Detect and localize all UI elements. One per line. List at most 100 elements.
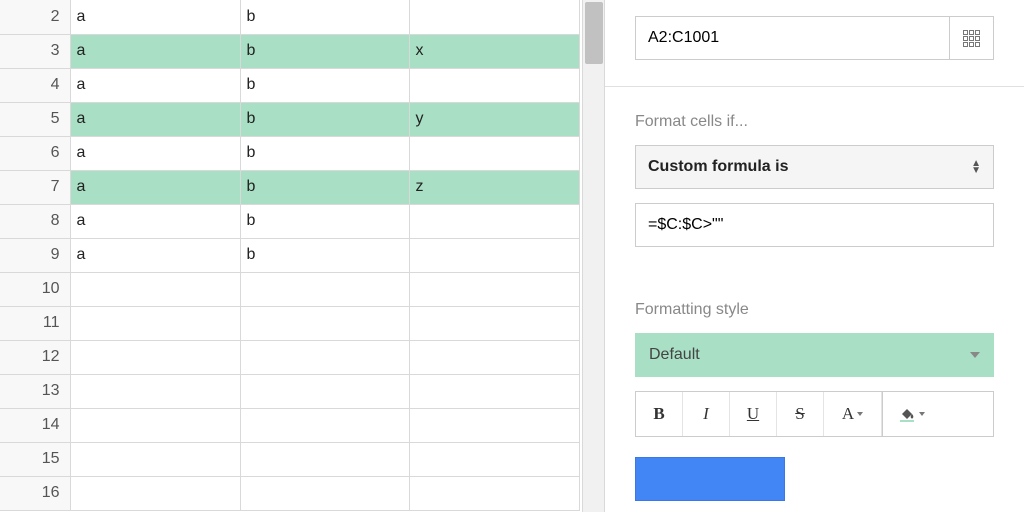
table-row: 12 [0,340,579,374]
cell[interactable]: a [70,238,240,272]
table-row: 6ab [0,136,579,170]
cell[interactable] [409,272,579,306]
bold-button[interactable]: B [636,392,683,436]
cell[interactable] [240,476,409,510]
cell[interactable]: a [70,170,240,204]
row-header[interactable]: 3 [0,34,70,68]
row-header[interactable]: 6 [0,136,70,170]
cell[interactable] [409,0,579,34]
cell[interactable]: a [70,34,240,68]
cell[interactable]: b [240,68,409,102]
cell[interactable] [70,374,240,408]
done-button[interactable] [635,457,785,501]
cell[interactable]: b [240,170,409,204]
cell[interactable] [240,442,409,476]
row-header[interactable]: 10 [0,272,70,306]
cell[interactable] [240,272,409,306]
row-header[interactable]: 16 [0,476,70,510]
cell[interactable] [70,306,240,340]
row-header[interactable]: 8 [0,204,70,238]
cell[interactable]: a [70,0,240,34]
table-row: 15 [0,442,579,476]
row-header[interactable]: 2 [0,0,70,34]
strikethrough-icon: S [795,404,804,424]
row-header[interactable]: 13 [0,374,70,408]
cell[interactable]: b [240,102,409,136]
bold-icon: B [653,404,664,424]
spreadsheet-grid[interactable]: 2ab3abx4ab5aby6ab7abz8ab9ab1011121314151… [0,0,580,511]
fill-color-button[interactable] [882,392,940,436]
row-header[interactable]: 12 [0,340,70,374]
table-row: 5aby [0,102,579,136]
table-row: 11 [0,306,579,340]
row-header[interactable]: 11 [0,306,70,340]
cell[interactable] [70,476,240,510]
cell[interactable]: y [409,102,579,136]
cell[interactable] [409,476,579,510]
vertical-scrollbar[interactable] [582,0,604,512]
condition-select[interactable]: Custom formula is ▲▼ [635,145,994,189]
cell[interactable] [70,272,240,306]
table-row: 10 [0,272,579,306]
cell[interactable]: a [70,102,240,136]
table-row: 8ab [0,204,579,238]
underline-icon: U [747,404,759,424]
style-selected-label: Default [649,346,700,364]
cell[interactable] [70,408,240,442]
cell[interactable]: b [240,238,409,272]
cell[interactable]: b [240,0,409,34]
text-color-icon: A [842,404,854,424]
cell[interactable]: b [240,34,409,68]
row-header[interactable]: 14 [0,408,70,442]
cell[interactable] [409,238,579,272]
cell[interactable] [240,306,409,340]
table-row: 13 [0,374,579,408]
cell[interactable] [409,68,579,102]
table-row: 4ab [0,68,579,102]
spreadsheet-area: 2ab3abx4ab5aby6ab7abz8ab9ab1011121314151… [0,0,604,512]
cell[interactable] [409,204,579,238]
cell[interactable]: x [409,34,579,68]
row-header[interactable]: 5 [0,102,70,136]
cell[interactable] [409,408,579,442]
table-row: 7abz [0,170,579,204]
cell[interactable] [70,442,240,476]
cell[interactable]: b [240,136,409,170]
fill-color-icon [898,405,916,423]
underline-button[interactable]: U [730,392,777,436]
select-range-button[interactable] [950,16,994,60]
table-row: 9ab [0,238,579,272]
cell[interactable] [409,340,579,374]
cell[interactable]: z [409,170,579,204]
strikethrough-button[interactable]: S [777,392,824,436]
apply-range-input[interactable] [635,16,950,60]
cell[interactable] [409,374,579,408]
cell[interactable] [409,442,579,476]
cell[interactable]: a [70,136,240,170]
custom-formula-input[interactable] [635,203,994,247]
row-header[interactable]: 15 [0,442,70,476]
condition-selected-label: Custom formula is [648,158,788,176]
table-row: 2ab [0,0,579,34]
table-row: 3abx [0,34,579,68]
cell[interactable] [409,136,579,170]
cell[interactable] [240,408,409,442]
cell[interactable] [240,340,409,374]
caret-down-icon [970,352,980,358]
select-arrows-icon: ▲▼ [971,160,981,174]
text-color-button[interactable]: A [824,392,882,436]
caret-down-icon [919,412,925,416]
italic-button[interactable]: I [683,392,730,436]
cell[interactable]: a [70,68,240,102]
cell[interactable] [240,374,409,408]
cell[interactable]: a [70,204,240,238]
cell[interactable]: b [240,204,409,238]
row-header[interactable]: 4 [0,68,70,102]
row-header[interactable]: 9 [0,238,70,272]
caret-down-icon [857,412,863,416]
row-header[interactable]: 7 [0,170,70,204]
cell[interactable] [70,340,240,374]
cell[interactable] [409,306,579,340]
style-preset-select[interactable]: Default [635,333,994,377]
scrollbar-thumb[interactable] [585,2,603,64]
